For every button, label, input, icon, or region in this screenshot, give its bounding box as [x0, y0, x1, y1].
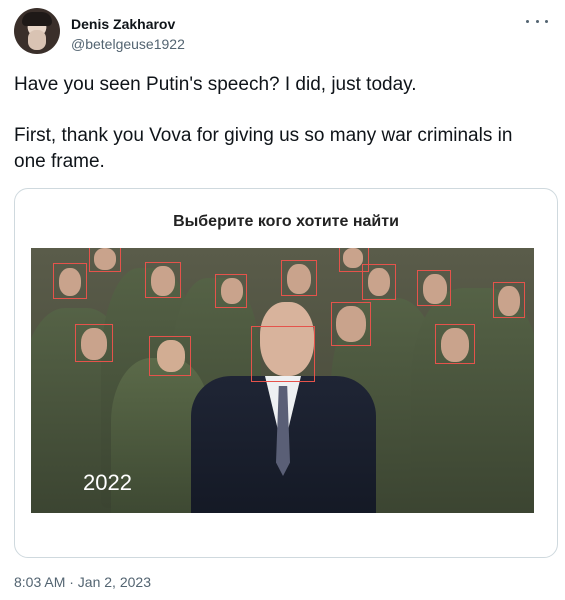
avatar-hand	[28, 30, 46, 50]
face-highlight-box[interactable]	[435, 324, 475, 364]
face-highlight-box[interactable]	[75, 324, 113, 362]
face-highlight-box[interactable]	[53, 263, 87, 299]
face-highlight-box[interactable]	[331, 302, 371, 346]
author-name[interactable]: Denis Zakharov	[71, 16, 175, 32]
face-highlight-box[interactable]	[215, 274, 247, 308]
face-highlight-box[interactable]	[145, 262, 181, 298]
face-highlight-box[interactable]	[417, 270, 451, 306]
face-highlight-box[interactable]	[362, 264, 396, 300]
media-card[interactable]: Выберите кого хотите найти 2022	[14, 188, 558, 558]
year-overlay: 2022	[83, 470, 132, 495]
face-highlight-box[interactable]	[281, 260, 317, 296]
tweet-timestamp[interactable]: 8:03 AM · Jan 2, 2023	[14, 574, 151, 590]
more-options-icon[interactable]	[525, 14, 549, 28]
soldier-figure	[411, 288, 534, 513]
face-highlight-box[interactable]	[251, 326, 315, 382]
tweet-header: Denis Zakharov @betelgeuse1922	[14, 8, 551, 58]
face-highlight-box[interactable]	[493, 282, 525, 318]
author-avatar[interactable]	[14, 8, 60, 54]
author-handle[interactable]: @betelgeuse1922	[71, 36, 185, 52]
avatar-hair	[22, 12, 52, 26]
tweet-paragraph: First, thank you Vova for giving us so m…	[14, 125, 513, 172]
group-photo[interactable]: 2022	[31, 248, 534, 513]
tweet-text: Have you seen Putin's speech? I did, jus…	[14, 72, 544, 200]
tweet-paragraph: Have you seen Putin's speech? I did, jus…	[14, 74, 417, 95]
face-highlight-box[interactable]	[89, 248, 121, 272]
face-highlight-box[interactable]	[149, 336, 191, 376]
image-caption: Выберите кого хотите найти	[173, 213, 399, 230]
